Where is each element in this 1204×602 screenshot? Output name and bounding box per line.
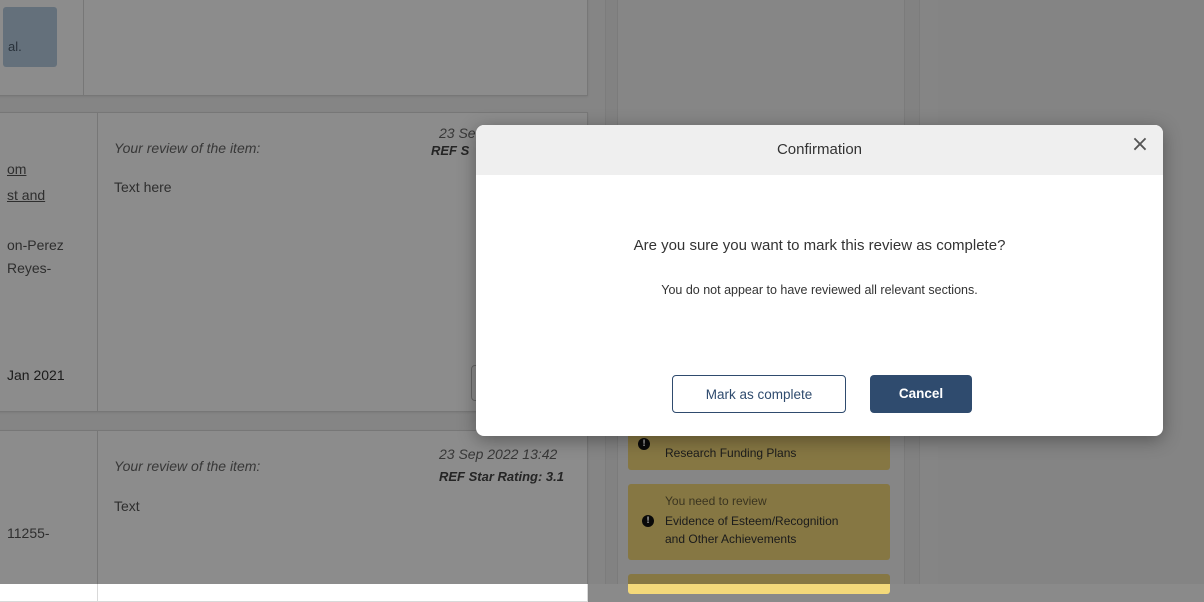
confirmation-dialog: Confirmation × Are you sure you want to … [476,125,1163,436]
dialog-sub-message: You do not appear to have reviewed all r… [661,283,978,297]
dialog-message: Are you sure you want to mark this revie… [633,237,1006,254]
mark-as-complete-button[interactable]: Mark as complete [672,375,846,413]
close-icon[interactable]: × [1128,133,1152,157]
cancel-button[interactable]: Cancel [870,375,972,413]
dialog-title: Confirmation [776,141,863,158]
